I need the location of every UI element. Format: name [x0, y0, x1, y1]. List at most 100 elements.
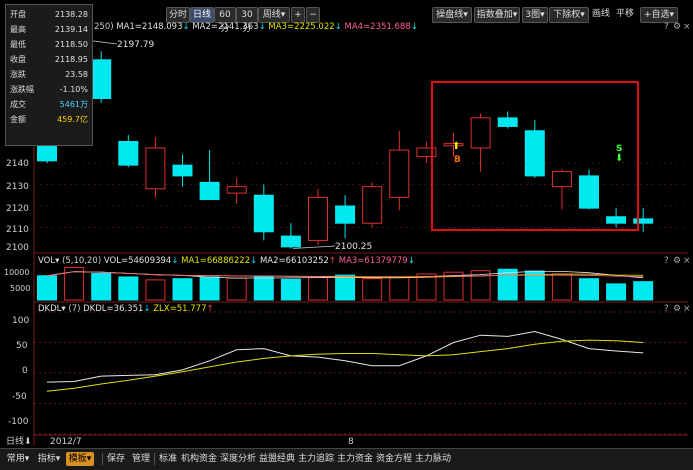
- zlx-arrow: ↑: [206, 304, 214, 314]
- candle-body-down: [280, 235, 301, 248]
- tab-institutional-funds[interactable]: 机构资金: [181, 452, 217, 466]
- volume-bar-up: [226, 277, 247, 301]
- info-row-high: 最高 2139.14: [10, 25, 88, 34]
- vol-ma1: MA1=66886222: [181, 256, 251, 266]
- tab-main-tracking[interactable]: 主力追踪: [298, 452, 334, 466]
- x-axis-period[interactable]: 日线⬇: [6, 437, 32, 447]
- volume-bar-up: [389, 277, 410, 301]
- stock-chart-app: 分时 日线 60分 30分 周线▾ + − 操盘线▾ 指数叠加▾ 3图▾ 下除权…: [0, 0, 693, 470]
- tab-classic[interactable]: 益盟经典: [259, 452, 295, 466]
- save-button[interactable]: 保存: [105, 452, 127, 466]
- bottom-indicator-bar: 常用▾ 指标▾ 模板▾ 保存 管理 标准 机构资金 深度分析 益盟经典 主力追踪…: [0, 448, 693, 470]
- candle-body-up: [389, 149, 410, 198]
- tab-main-funds[interactable]: 主力资金: [337, 452, 373, 466]
- candle-body-up: [416, 147, 437, 158]
- candle-body-up: [145, 147, 166, 190]
- candle-body-down: [579, 175, 599, 209]
- volume-bar-up: [308, 277, 328, 301]
- volume-bar-down: [280, 278, 301, 301]
- volume-params: (5,10,20): [62, 256, 102, 266]
- chevron-down-icon: ▾: [61, 304, 66, 314]
- candle-body-up: [308, 196, 328, 241]
- volume-chart: [37, 266, 654, 301]
- candle-body-up: [551, 171, 572, 188]
- volume-bar-up: [362, 278, 383, 301]
- volume-bar-down: [606, 283, 627, 301]
- vol-arrow: ↓: [171, 256, 179, 266]
- info-row-close: 收盘 2118.95: [10, 55, 88, 64]
- vol-ma2-arrow: ↑: [328, 256, 337, 266]
- help-icon[interactable]: ?: [664, 304, 669, 314]
- manage-button[interactable]: 管理: [130, 452, 152, 466]
- candle-body-down: [633, 218, 654, 224]
- info-row-low: 最低 2118.50: [10, 40, 88, 49]
- close-icon[interactable]: ×: [683, 304, 691, 314]
- buy-signal-label: B: [454, 155, 461, 165]
- separator: [154, 453, 155, 465]
- volume-bar-down: [172, 278, 193, 301]
- dkdl-tick-0: 0: [22, 366, 28, 376]
- help-icon[interactable]: ?: [664, 256, 669, 266]
- tab-indicator[interactable]: 指标▾: [35, 452, 63, 466]
- tab-main-pulse[interactable]: 主力脉动: [415, 452, 451, 466]
- candle-body-down: [91, 59, 112, 99]
- chevron-down-icon: ▾: [24, 454, 30, 464]
- volume-indicator-select[interactable]: VOL▾: [38, 256, 59, 266]
- chevron-down-icon: ▾: [55, 256, 60, 266]
- volume-bar-down: [497, 268, 518, 301]
- volume-bar-up: [416, 273, 437, 301]
- volume-bar-down: [633, 281, 654, 301]
- candlestick-chart: [37, 38, 654, 249]
- tab-depth-analysis[interactable]: 深度分析: [220, 452, 256, 466]
- x-axis-day-label: 8: [348, 437, 354, 447]
- dkdl-arrow: ↓: [143, 304, 151, 314]
- dkdl-tick-neg50: -50: [12, 392, 27, 402]
- low-price-label: 2100.25: [335, 242, 373, 252]
- info-row-volume: 成交 5461万: [10, 100, 88, 109]
- candle-body-down: [172, 164, 193, 177]
- candle-body-down: [253, 194, 274, 233]
- dkdl-tick-50: 50: [16, 341, 28, 351]
- candle-body-down: [524, 130, 545, 177]
- price-tick-2130: 2130: [6, 182, 29, 192]
- settings-icon[interactable]: ⚙: [673, 304, 681, 314]
- settings-icon[interactable]: ⚙: [673, 256, 681, 266]
- buy-arrow-icon: ⬆: [452, 141, 461, 152]
- quote-info-panel: 开盘 2138.28 最高 2139.14 最低 2118.50 收盘 2118.95 …: [5, 4, 93, 146]
- volume-bar-down: [91, 272, 112, 301]
- zlx-line: [46, 339, 644, 392]
- volume-bar-down: [253, 275, 274, 301]
- candle-body-up: [362, 186, 383, 224]
- dkdl-line: [46, 330, 644, 383]
- info-row-open: 开盘 2138.28: [10, 10, 88, 19]
- zlx-value: ZLX=51.777: [153, 304, 207, 314]
- tab-fund-equation[interactable]: 资金方程: [376, 452, 412, 466]
- candle-body-up: [470, 117, 491, 149]
- info-row-change-pct: 涨跌幅 -1.10%: [10, 85, 88, 94]
- close-icon[interactable]: ×: [683, 256, 691, 266]
- candle-body-up: [226, 186, 247, 194]
- candle-body-down: [335, 205, 356, 224]
- chart-canvas: [33, 20, 688, 446]
- tab-common[interactable]: 常用▾: [4, 452, 32, 466]
- high-price-label: 2197.79: [117, 40, 155, 50]
- dkdl-chart: [46, 330, 644, 392]
- candle-body-down: [497, 117, 518, 127]
- price-tick-2110: 2110: [6, 225, 29, 235]
- x-axis-month-label: 2012/7: [50, 437, 82, 447]
- dkdl-indicator-select[interactable]: DKDL▾: [38, 304, 66, 314]
- vol-ma2: MA2=66103252: [259, 256, 329, 266]
- dkdl-tick-neg100: -100: [8, 417, 29, 427]
- chevron-down-icon: ▾: [86, 454, 92, 464]
- tab-template[interactable]: 模板▾: [66, 452, 94, 466]
- separator: [102, 453, 103, 465]
- volume-legend: VOL▾ (5,10,20) VOL=54609394↓ MA1=6688622…: [38, 256, 415, 266]
- price-tick-2120: 2120: [6, 204, 29, 214]
- volume-bar-up: [145, 279, 166, 301]
- vol-ma3: MA3=61379779: [338, 256, 408, 266]
- dkdl-value: DKDL=36.351: [83, 304, 144, 314]
- tab-standard[interactable]: 标准: [157, 452, 179, 466]
- info-row-change: 涨跌 23.58: [10, 70, 88, 79]
- vol-value: VOL=54609394: [103, 256, 172, 266]
- vol-ma1-arrow: ↓: [250, 256, 258, 266]
